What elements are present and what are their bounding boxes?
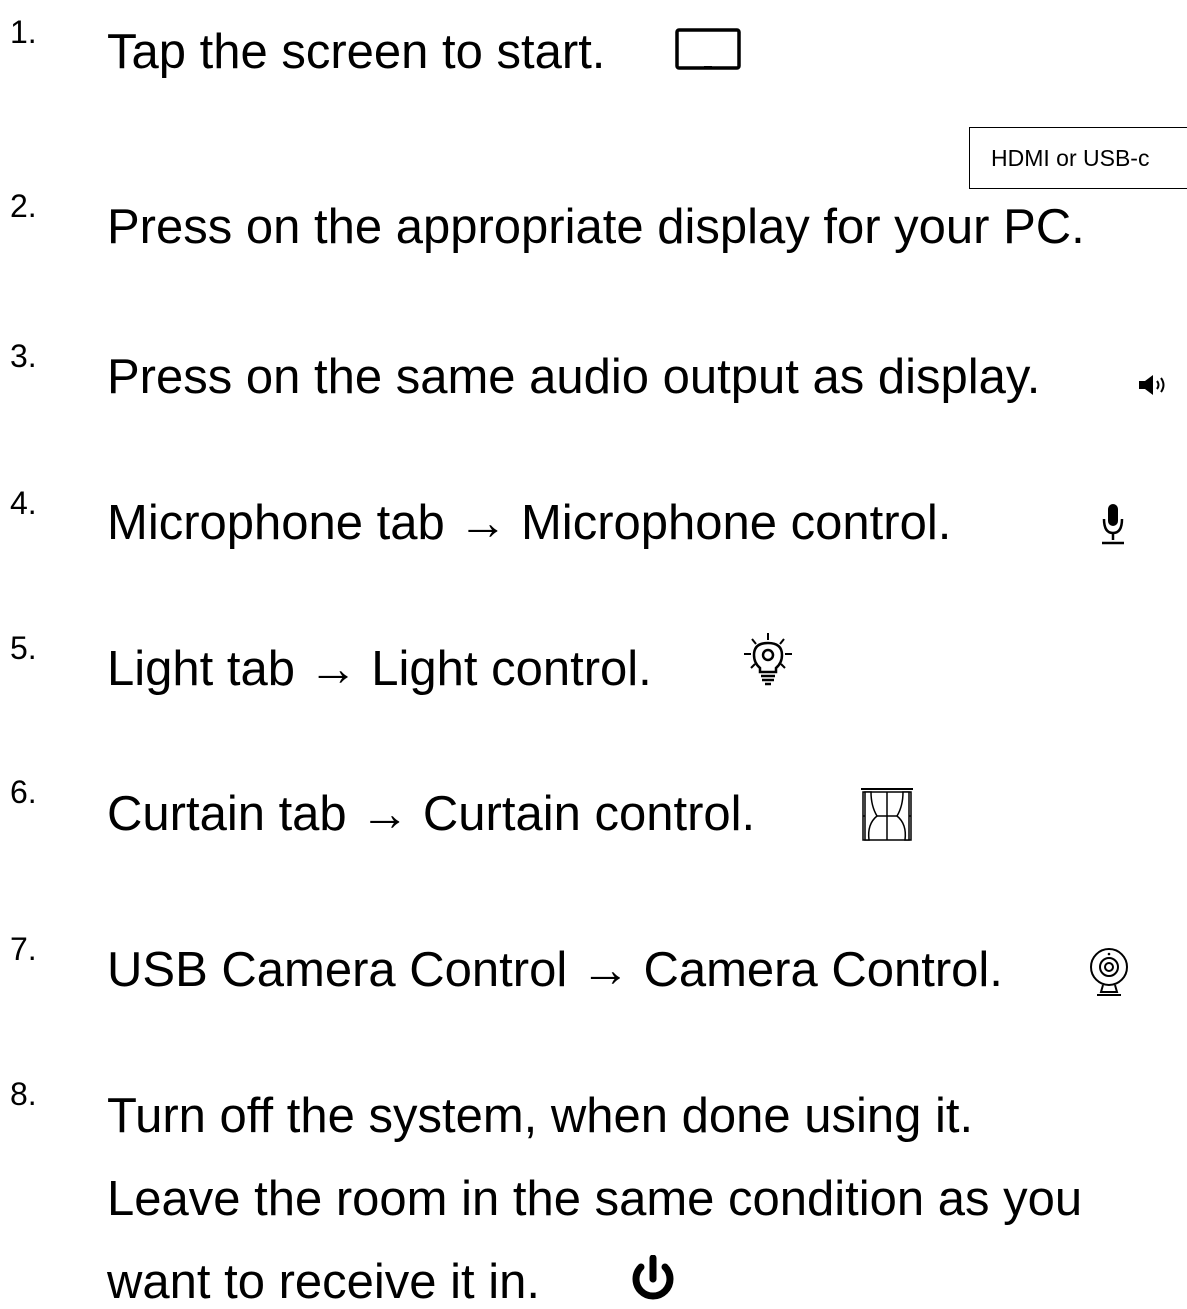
display-option-callout: HDMI or USB-c (969, 127, 1187, 189)
step-text-line: Turn off the system, when done using it. (107, 1089, 974, 1143)
step-number: 5. (10, 630, 37, 666)
step-number: 7. (10, 931, 37, 967)
step-text: Press on the appropriate display for you… (107, 200, 1085, 254)
step-number: 1. (10, 14, 37, 50)
light-bulb-icon (743, 632, 793, 688)
step-text-line: Leave the room in the same condition as … (107, 1172, 1083, 1226)
speaker-icon (1137, 373, 1183, 397)
tablet-icon (675, 28, 741, 72)
step-text: Curtain tab → Curtain control. (107, 787, 756, 841)
step-text-line: want to receive it in. (107, 1255, 541, 1309)
step-text: Tap the screen to start. (107, 25, 606, 79)
step-text: Microphone tab → Microphone control. (107, 496, 952, 550)
step-text: Light tab → Light control. (107, 642, 652, 696)
step-text: USB Camera Control → Camera Control. (107, 943, 1003, 997)
step-number: 4. (10, 485, 37, 521)
curtain-icon (859, 786, 915, 842)
step-number: 6. (10, 774, 37, 810)
webcam-icon (1087, 947, 1131, 999)
power-icon (624, 1255, 682, 1303)
step-text: Press on the same audio output as displa… (107, 350, 1041, 404)
step-number: 3. (10, 338, 37, 374)
step-number: 8. (10, 1076, 37, 1112)
step-number: 2. (10, 188, 37, 224)
microphone-icon (1099, 502, 1127, 548)
